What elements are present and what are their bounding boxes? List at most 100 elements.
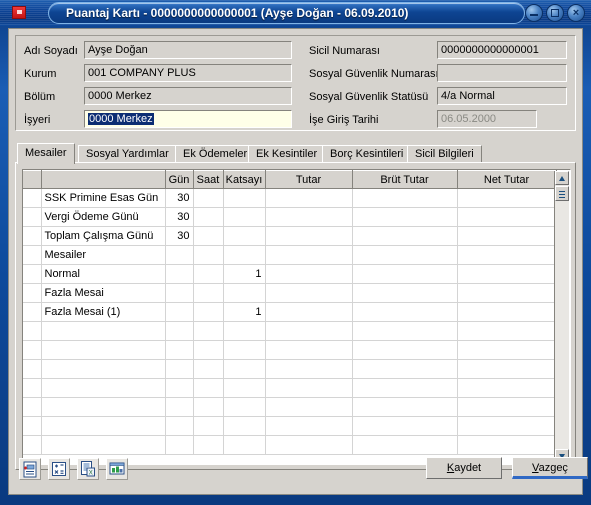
cell-brut-tutar[interactable] — [352, 321, 458, 341]
cell-brut-tutar[interactable] — [352, 340, 458, 360]
cell-katsayi[interactable] — [223, 416, 266, 436]
cancel-button[interactable]: Vazgeç — [512, 457, 588, 479]
field-kurum[interactable]: 001 COMPANY PLUS — [84, 64, 292, 82]
cell-gun[interactable] — [165, 416, 194, 436]
cell-tutar[interactable] — [265, 416, 353, 436]
row-selector-cell[interactable] — [23, 245, 42, 265]
cell-tutar[interactable] — [265, 359, 353, 379]
cell-gun[interactable] — [165, 321, 194, 341]
cell-description[interactable]: Fazla Mesai — [41, 283, 166, 303]
col-gun[interactable]: Gün — [165, 170, 194, 189]
cell-gun[interactable] — [165, 359, 194, 379]
col-description[interactable] — [41, 170, 166, 189]
cell-gun[interactable]: 30 — [165, 207, 194, 227]
cell-gun[interactable] — [165, 397, 194, 417]
calculator-button[interactable] — [48, 458, 70, 480]
cell-brut-tutar[interactable] — [352, 264, 458, 284]
cell-description[interactable] — [41, 321, 166, 341]
cell-description[interactable] — [41, 378, 166, 398]
maximize-button[interactable] — [546, 4, 564, 22]
cell-katsayi[interactable] — [223, 245, 266, 265]
row-selector-cell[interactable] — [23, 188, 42, 208]
col-brut-tutar[interactable]: Brüt Tutar — [352, 170, 458, 189]
cell-katsayi[interactable] — [223, 226, 266, 246]
tab-ek-odemeler[interactable]: Ek Ödemeler — [175, 145, 256, 163]
cell-description[interactable]: SSK Primine Esas Gün — [41, 188, 166, 208]
table-row[interactable]: Fazla Mesai (1) 1 — [23, 302, 557, 322]
row-selector-cell[interactable] — [23, 397, 42, 417]
table-row[interactable]: SSK Primine Esas Gün 30 — [23, 188, 557, 208]
cell-gun[interactable] — [165, 283, 194, 303]
table-row[interactable] — [23, 359, 557, 379]
row-selector-cell[interactable] — [23, 359, 42, 379]
cell-net-tutar[interactable] — [457, 302, 557, 322]
cell-saat[interactable] — [193, 264, 224, 284]
cell-katsayi[interactable] — [223, 188, 266, 208]
cell-net-tutar[interactable] — [457, 245, 557, 265]
cell-saat[interactable] — [193, 359, 224, 379]
cell-description[interactable] — [41, 416, 166, 436]
cell-brut-tutar[interactable] — [352, 359, 458, 379]
cell-description[interactable] — [41, 397, 166, 417]
scroll-up-button[interactable] — [555, 171, 569, 185]
cell-gun[interactable] — [165, 264, 194, 284]
cell-katsayi[interactable]: 1 — [223, 264, 266, 284]
table-row[interactable]: Normal 1 — [23, 264, 557, 284]
cell-brut-tutar[interactable] — [352, 283, 458, 303]
document-add-button[interactable] — [19, 458, 41, 480]
row-selector-cell[interactable] — [23, 321, 42, 341]
cell-gun[interactable] — [165, 302, 194, 322]
cell-brut-tutar[interactable] — [352, 245, 458, 265]
cell-saat[interactable] — [193, 302, 224, 322]
tab-sicil-bilgileri[interactable]: Sicil Bilgileri — [407, 145, 482, 163]
cell-net-tutar[interactable] — [457, 359, 557, 379]
cell-saat[interactable] — [193, 397, 224, 417]
field-sosyal-guvenlik-numarasi[interactable] — [437, 64, 567, 82]
cell-saat[interactable] — [193, 416, 224, 436]
cell-description[interactable]: Fazla Mesai (1) — [41, 302, 166, 322]
cell-katsayi[interactable] — [223, 207, 266, 227]
cell-net-tutar[interactable] — [457, 264, 557, 284]
cell-brut-tutar[interactable] — [352, 378, 458, 398]
grid-vertical-scrollbar[interactable] — [554, 171, 569, 463]
cell-katsayi[interactable] — [223, 359, 266, 379]
cell-tutar[interactable] — [265, 245, 353, 265]
cell-net-tutar[interactable] — [457, 416, 557, 436]
scrollbar-thumb[interactable] — [555, 186, 569, 201]
cell-tutar[interactable] — [265, 207, 353, 227]
table-row[interactable] — [23, 378, 557, 398]
cell-brut-tutar[interactable] — [352, 207, 458, 227]
cell-katsayi[interactable] — [223, 378, 266, 398]
cell-net-tutar[interactable] — [457, 397, 557, 417]
cell-tutar[interactable] — [265, 264, 353, 284]
cell-katsayi[interactable] — [223, 397, 266, 417]
cell-katsayi[interactable] — [223, 321, 266, 341]
row-selector-cell[interactable] — [23, 302, 42, 322]
row-selector-cell[interactable] — [23, 207, 42, 227]
cell-saat[interactable] — [193, 321, 224, 341]
row-selector-cell[interactable] — [23, 378, 42, 398]
field-sosyal-guvenlik-statusu[interactable]: 4/a Normal — [437, 87, 567, 105]
cell-description[interactable] — [41, 340, 166, 360]
cell-brut-tutar[interactable] — [352, 416, 458, 436]
cell-net-tutar[interactable] — [457, 321, 557, 341]
field-adi-soyadi[interactable]: Ayşe Doğan — [84, 41, 292, 59]
cell-net-tutar[interactable] — [457, 188, 557, 208]
cell-tutar[interactable] — [265, 226, 353, 246]
cell-tutar[interactable] — [265, 340, 353, 360]
table-row[interactable]: Vergi Ödeme Günü 30 — [23, 207, 557, 227]
cell-saat[interactable] — [193, 340, 224, 360]
col-saat[interactable]: Saat — [193, 170, 224, 189]
cell-brut-tutar[interactable] — [352, 397, 458, 417]
mesailer-grid[interactable]: Gün Saat Katsayı Tutar Brüt Tutar Net Tu… — [22, 169, 571, 465]
row-selector-cell[interactable] — [23, 226, 42, 246]
cell-tutar[interactable] — [265, 321, 353, 341]
cell-tutar[interactable] — [265, 302, 353, 322]
minimize-button[interactable] — [525, 4, 543, 22]
row-selector-cell[interactable] — [23, 283, 42, 303]
cell-description[interactable]: Mesailer — [41, 245, 166, 265]
cell-gun[interactable] — [165, 378, 194, 398]
tab-ek-kesintiler[interactable]: Ek Kesintiler — [248, 145, 326, 163]
cell-net-tutar[interactable] — [457, 283, 557, 303]
cell-tutar[interactable] — [265, 188, 353, 208]
